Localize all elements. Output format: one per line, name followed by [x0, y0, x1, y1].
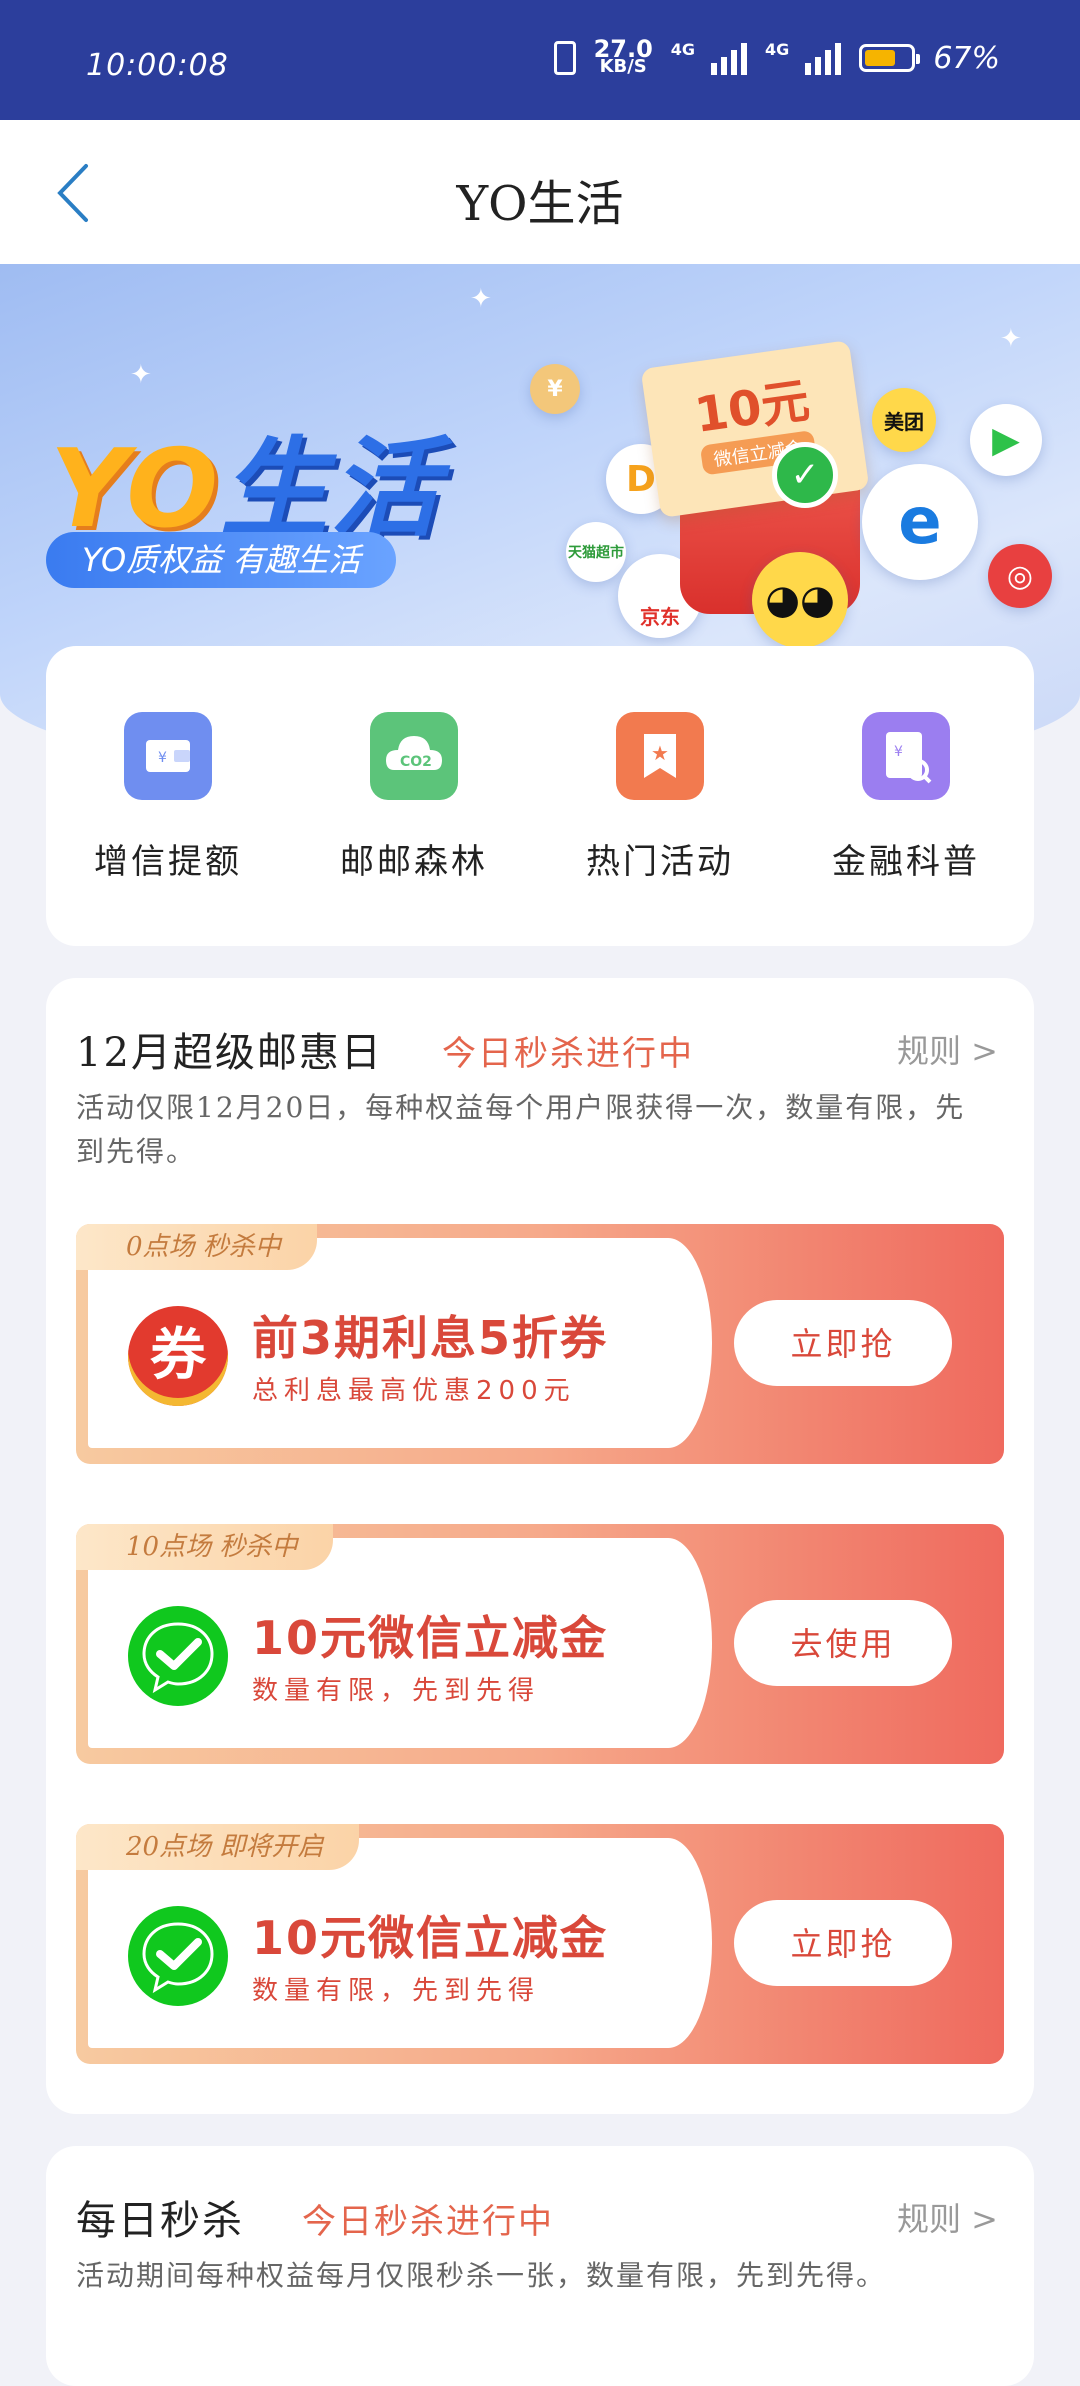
network-speed: 27.0 KB/S — [594, 37, 653, 77]
coupon-graphic: 10元 微信立减金 — [640, 340, 870, 518]
netease-music-icon: ◎ — [988, 544, 1052, 608]
deal-card: 0点场 秒杀中 券 前3期利息5折券 总利息最高优惠200元 立即抢 — [76, 1224, 1004, 1464]
wallet-icon: ¥ — [124, 712, 212, 800]
rules-link[interactable]: 规则 > — [897, 2194, 998, 2240]
deal-title: 10元微信立减金 — [252, 1611, 609, 1665]
coupon-quan-icon: 券 — [128, 1306, 228, 1406]
grab-now-button[interactable]: 立即抢 — [734, 1900, 952, 1986]
coin-icon: ¥ — [530, 364, 580, 414]
status-icons: 27.0 KB/S 4G 4G 67% — [553, 37, 1000, 77]
co2-cloud-icon: CO2 — [370, 712, 458, 800]
rabbit-mascot-icon: ◕◕ — [752, 552, 848, 648]
quick-link-label: 邮邮森林 — [340, 842, 488, 882]
super-day-section: 12月超级邮惠日 今日秒杀进行中 规则 > 活动仅限12月20日，每种权益每个用… — [46, 978, 1034, 2114]
quick-links-card: ¥ 增信提额 CO2 邮邮森林 ★ 热门活动 ¥ 金融科普 — [46, 646, 1034, 946]
deal-card: 20点场 即将开启 10元微信立减金 数量有限，先到先得 立即抢 — [76, 1824, 1004, 2064]
wechat-icon — [128, 1606, 228, 1706]
section-title: 12月超级邮惠日 — [76, 1030, 383, 1076]
quick-link-credit[interactable]: ¥ 增信提额 — [58, 712, 278, 883]
quick-link-label: 热门活动 — [586, 842, 734, 882]
section-description: 活动期间每种权益每月仅限秒杀一张，数量有限，先到先得。 — [76, 2259, 887, 2292]
network-type-label-2: 4G — [765, 40, 790, 59]
deal-session-tab: 20点场 即将开启 — [76, 1824, 360, 1870]
network-speed-unit: KB/S — [599, 56, 647, 77]
deal-subtitle: 数量有限，先到先得 — [252, 1976, 541, 2006]
deal-session-tab: 0点场 秒杀中 — [76, 1224, 317, 1270]
quick-link-forest[interactable]: CO2 邮邮森林 — [304, 712, 524, 883]
tmall-supermarket-icon: 天猫超市 — [566, 522, 626, 582]
finance-search-icon: ¥ — [862, 712, 950, 800]
use-now-button[interactable]: 去使用 — [734, 1600, 952, 1686]
quick-link-finance[interactable]: ¥ 金融科普 — [796, 712, 1016, 883]
jd-label: 京东 — [640, 605, 680, 629]
sparkle-icon: ✦ — [130, 360, 152, 390]
status-bar: 10:00:08 27.0 KB/S 4G 4G 67% — [0, 0, 1080, 120]
app-header: YO生活 — [0, 120, 1080, 264]
svg-text:¥: ¥ — [158, 750, 167, 766]
rules-link[interactable]: 规则 > — [897, 1026, 998, 1072]
star-bookmark-icon: ★ — [616, 712, 704, 800]
checkmark-icon: ✓ — [772, 442, 838, 508]
svg-text:¥: ¥ — [894, 744, 903, 760]
daily-flash-sale-section: 每日秒杀 今日秒杀进行中 规则 > 活动期间每种权益每月仅限秒杀一张，数量有限，… — [46, 2146, 1034, 2386]
video-play-icon: ▶ — [970, 404, 1042, 476]
battery-fill — [865, 50, 895, 66]
section-description: 活动仅限12月20日，每种权益每个用户限获得一次，数量有限，先到先得。 — [76, 1091, 966, 1168]
grab-now-button[interactable]: 立即抢 — [734, 1300, 952, 1386]
sparkle-icon: ✦ — [470, 284, 492, 314]
meituan-label: 美团 — [884, 409, 924, 434]
battery-percent: 67% — [933, 40, 1000, 76]
svg-text:★: ★ — [651, 741, 669, 765]
vibrate-icon — [553, 41, 576, 75]
eleme-icon: e — [862, 464, 978, 580]
deal-title: 前3期利息5折券 — [252, 1311, 609, 1365]
network-type-label: 4G — [670, 40, 696, 59]
sparkle-icon: ✦ — [1000, 324, 1022, 354]
section-title: 每日秒杀 — [76, 2198, 244, 2244]
svg-text:CO2: CO2 — [400, 754, 432, 770]
deal-session-tab: 10点场 秒杀中 — [76, 1524, 334, 1570]
quick-link-label: 增信提额 — [94, 842, 242, 882]
page-title: YO生活 — [456, 176, 624, 232]
signal-icon — [711, 41, 748, 75]
signal-icon-2 — [805, 41, 842, 75]
deal-card: 10点场 秒杀中 10元微信立减金 数量有限，先到先得 去使用 — [76, 1524, 1004, 1764]
section-status: 今日秒杀进行中 — [302, 2202, 554, 2242]
deal-subtitle: 总利息最高优惠200元 — [252, 1376, 576, 1406]
quick-link-activities[interactable]: ★ 热门活动 — [550, 712, 770, 883]
battery-icon — [859, 44, 921, 72]
deal-subtitle: 数量有限，先到先得 — [252, 1676, 541, 1706]
deal-title: 10元微信立减金 — [252, 1911, 609, 1965]
meituan-icon: 美团 — [872, 388, 936, 452]
section-status: 今日秒杀进行中 — [442, 1034, 694, 1074]
status-time: 10:00:08 — [86, 48, 229, 83]
quick-link-label: 金融科普 — [832, 842, 980, 882]
tmall-label: 天猫超市 — [568, 545, 624, 561]
banner-slogan: YO质权益 有趣生活 — [46, 532, 397, 588]
wechat-icon — [128, 1906, 228, 2006]
